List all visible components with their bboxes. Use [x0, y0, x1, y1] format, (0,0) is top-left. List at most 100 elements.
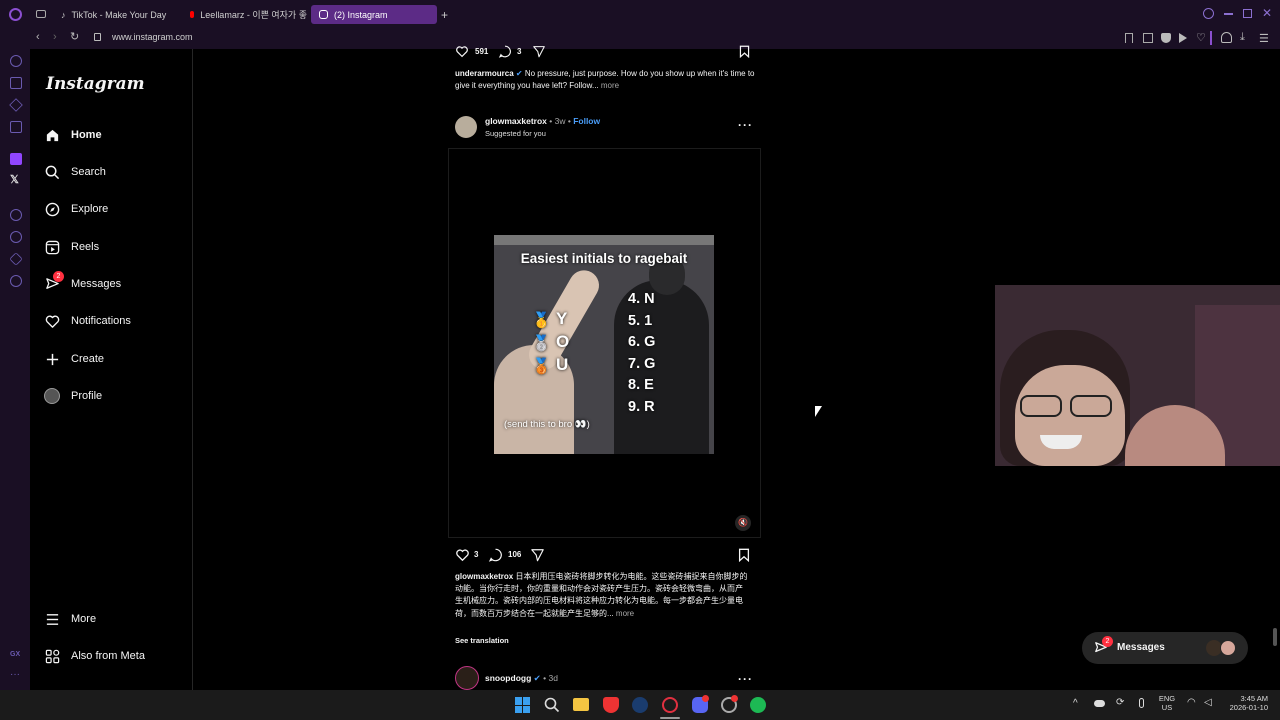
- adblock-shield-icon[interactable]: [1161, 33, 1171, 43]
- save-icon[interactable]: [737, 548, 751, 562]
- instagram-tab-icon: [319, 10, 328, 19]
- settings-icon[interactable]: [10, 275, 22, 287]
- nav-notifications[interactable]: Notifications: [44, 309, 131, 333]
- workspaces-icon[interactable]: [36, 10, 46, 18]
- sync-icon[interactable]: ⟳: [1116, 697, 1124, 708]
- next-post-age: 3d: [548, 673, 558, 683]
- profile-icon[interactable]: [1221, 32, 1232, 43]
- nav-search[interactable]: Search: [44, 160, 106, 184]
- back-icon[interactable]: ‹: [36, 31, 40, 43]
- prev-post-actions: 591 3: [454, 45, 754, 59]
- browser-tab-bar: ♪ TikTok - Make Your Day Leellamarz - 이쁜…: [0, 0, 1280, 29]
- prev-likes-count: 591: [475, 47, 489, 56]
- player-sidebar-icon[interactable]: [10, 209, 22, 221]
- aria-icon[interactable]: [10, 55, 22, 67]
- share-icon[interactable]: [530, 548, 545, 562]
- post-author[interactable]: glowmaxketrox: [485, 116, 547, 126]
- nav-also-from-meta[interactable]: Also from Meta: [44, 644, 145, 668]
- windows-start-icon[interactable]: [515, 697, 531, 713]
- opera-gx-taskbar-icon[interactable]: [662, 697, 678, 713]
- heart-favorite-icon[interactable]: ♡: [1196, 31, 1206, 44]
- instagram-nav: Instagram Home Search Explore Reels 2 Me…: [30, 49, 193, 690]
- reload-icon[interactable]: ↻: [70, 30, 79, 43]
- history-icon[interactable]: [10, 231, 22, 243]
- tab-instagram[interactable]: (2) Instagram: [311, 5, 437, 24]
- like-icon[interactable]: [455, 45, 469, 58]
- ranking-item: 6. G: [628, 334, 656, 351]
- download-icon[interactable]: ⤓: [1240, 31, 1245, 44]
- nav-create[interactable]: Create: [44, 347, 104, 371]
- volume-icon[interactable]: ◁: [1204, 697, 1212, 708]
- tab-youtube[interactable]: Leellamarz - 이쁜 여자가 좋: [182, 5, 307, 24]
- caption-more[interactable]: more: [616, 609, 634, 618]
- file-explorer-icon[interactable]: [573, 698, 589, 711]
- nav-reels[interactable]: Reels: [44, 235, 99, 259]
- post-video[interactable]: Easiest initials to ragebait 🥇 Y 🥈 O 🥉 U…: [448, 148, 761, 538]
- steam-icon[interactable]: [632, 697, 648, 713]
- tab-tiktok[interactable]: ♪ TikTok - Make Your Day: [53, 5, 178, 24]
- post-options-icon[interactable]: ···: [738, 118, 753, 132]
- spotify-icon[interactable]: [750, 697, 766, 713]
- prev-caption-more[interactable]: more: [601, 81, 619, 90]
- save-icon[interactable]: [738, 45, 751, 58]
- page-scrollbar[interactable]: [1273, 628, 1277, 646]
- avatar: [44, 388, 60, 404]
- messages-float-button[interactable]: 2 Messages: [1082, 632, 1248, 664]
- maximize-icon[interactable]: [1243, 9, 1252, 18]
- lock-icon[interactable]: [94, 33, 101, 41]
- caption-author[interactable]: glowmaxketrox: [455, 572, 513, 581]
- nav-explore[interactable]: Explore: [44, 197, 108, 221]
- opera-logo-icon[interactable]: [9, 8, 22, 21]
- x-twitter-icon[interactable]: 𝕏: [10, 173, 19, 186]
- active-app-indicator: [660, 717, 680, 719]
- follow-button[interactable]: Follow: [573, 116, 600, 126]
- brave-icon[interactable]: [603, 697, 619, 713]
- ranking-item: 7. G: [628, 355, 656, 372]
- next-post-avatar[interactable]: [455, 666, 479, 690]
- nav-profile[interactable]: Profile: [44, 384, 102, 408]
- see-translation-link[interactable]: See translation: [455, 636, 509, 645]
- hamburger-icon: [44, 611, 60, 627]
- search-tabs-icon[interactable]: [1203, 8, 1214, 19]
- share-icon[interactable]: [532, 45, 546, 58]
- tray-chevron-icon[interactable]: ^: [1073, 698, 1078, 709]
- easy-setup-icon[interactable]: ☰: [1259, 32, 1269, 45]
- avatar: [1220, 640, 1236, 656]
- likes-count: 3: [474, 550, 479, 559]
- twitch-icon[interactable]: [10, 153, 22, 165]
- url-text[interactable]: www.instagram.com: [112, 32, 193, 42]
- nav-more[interactable]: More: [44, 607, 96, 631]
- language-indicator[interactable]: ENG US: [1155, 694, 1179, 712]
- extensions-icon[interactable]: [10, 77, 22, 89]
- sidebar-more-icon[interactable]: ···: [10, 669, 20, 680]
- nav-messages[interactable]: 2 Messages: [44, 271, 121, 296]
- pin-icon[interactable]: [1125, 33, 1133, 43]
- comment-icon[interactable]: [488, 548, 503, 562]
- comment-icon[interactable]: [498, 45, 512, 58]
- wifi-icon[interactable]: ◠: [1187, 697, 1196, 708]
- next-post-options-icon[interactable]: ···: [738, 672, 753, 686]
- post-author-avatar[interactable]: [455, 116, 477, 138]
- compass-icon: [44, 201, 60, 217]
- new-tab-button[interactable]: +: [441, 8, 448, 22]
- taskbar-search-icon[interactable]: [544, 697, 560, 713]
- clock[interactable]: 3:45 AM 2026-01-10: [1218, 694, 1268, 712]
- ai-icon[interactable]: [10, 121, 22, 133]
- snapshot-icon[interactable]: [1143, 33, 1153, 43]
- forward-icon[interactable]: ›: [53, 31, 57, 43]
- gx-icon[interactable]: GX: [10, 651, 20, 658]
- mute-icon[interactable]: 🔇: [735, 515, 751, 531]
- minimize-icon[interactable]: [1224, 13, 1233, 15]
- next-post-author[interactable]: snoopdogg: [485, 673, 531, 683]
- instagram-logo[interactable]: Instagram: [46, 74, 145, 94]
- pinboard-icon[interactable]: [9, 252, 23, 266]
- onedrive-icon[interactable]: [1094, 700, 1105, 707]
- left-letter-2: O: [556, 332, 570, 351]
- player-icon[interactable]: [1179, 33, 1187, 43]
- prev-post-author[interactable]: underarmourca: [455, 69, 514, 78]
- microphone-icon[interactable]: [1139, 698, 1144, 708]
- like-icon[interactable]: [455, 548, 470, 562]
- nav-home[interactable]: Home: [44, 123, 102, 147]
- close-window-icon[interactable]: ✕: [1262, 6, 1272, 20]
- messenger-icon[interactable]: [9, 98, 23, 112]
